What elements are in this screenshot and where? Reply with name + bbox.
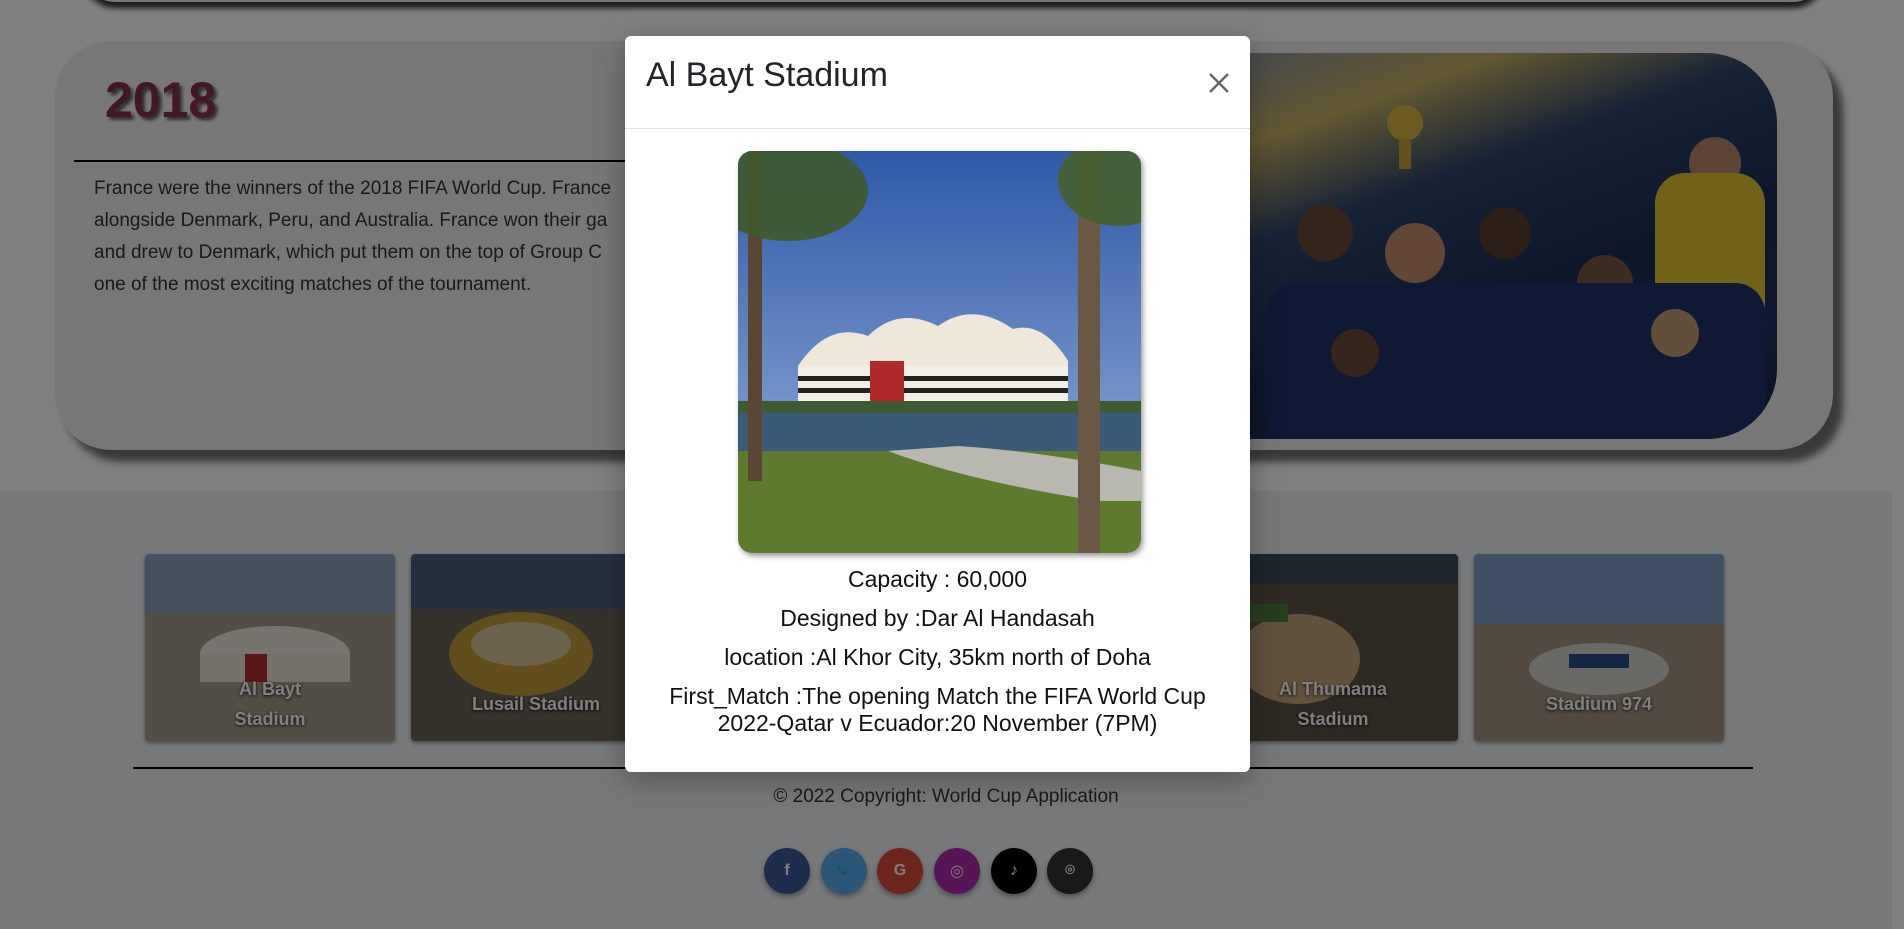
stadium-first-match: First_Match :The opening Match the FIFA … [625,683,1250,737]
stadium-location: location :Al Khor City, 35km north of Do… [724,644,1151,670]
stadium-details: Capacity : 60,000 Designed by :Dar Al Ha… [625,566,1250,737]
first-match-line: 2022-Qatar v Ecuador:20 November (7PM) [717,710,1158,736]
stadium-designer: Designed by :Dar Al Handasah [780,605,1095,631]
stadium-modal: Al Bayt Stadium Capacity: 60,000 Design… [625,36,1250,772]
stadium-capacity: Capacity : 60,000 [847,566,1027,592]
close-button[interactable] [1202,66,1236,100]
modal-header: Al Bayt Stadium [625,36,1250,129]
stadium-photo [738,151,1141,553]
close-icon [1209,73,1229,93]
modal-title: Al Bayt Stadium [646,56,888,94]
first-match-line: First_Match :The opening Match the FIFA … [669,683,1206,709]
